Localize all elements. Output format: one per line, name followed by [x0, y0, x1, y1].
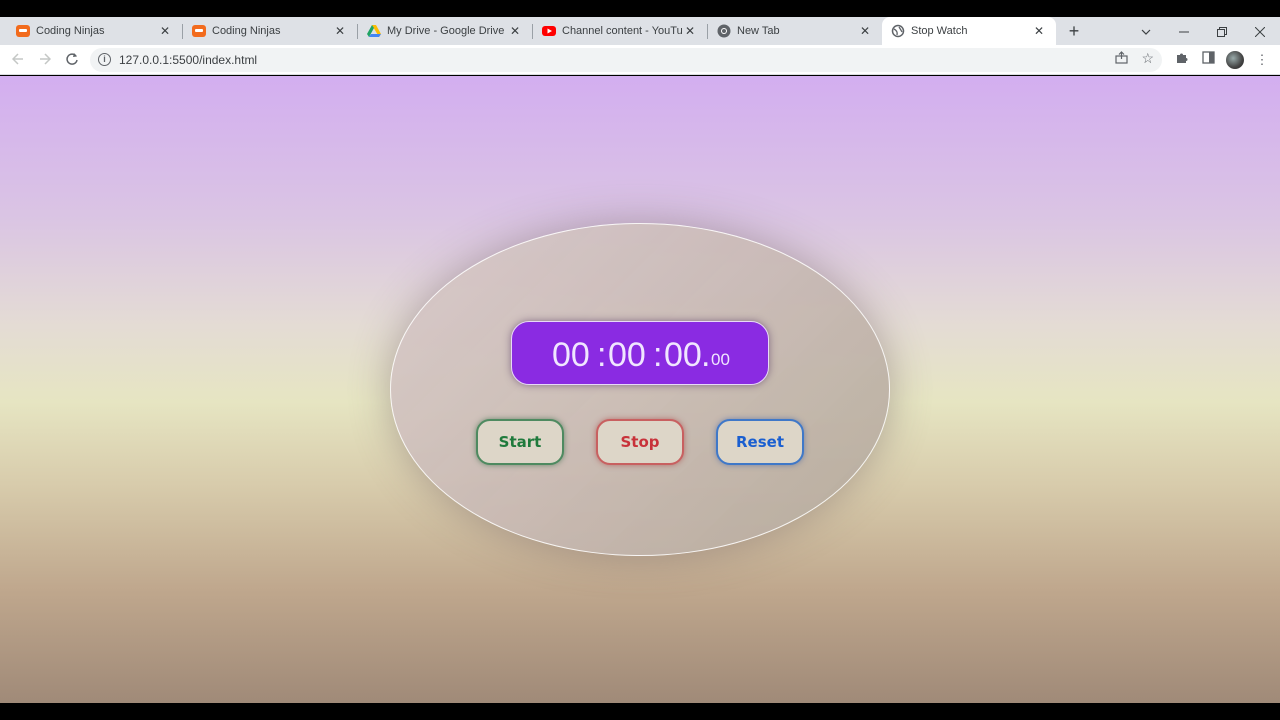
tab-title: Channel content - YouTube: [562, 25, 683, 37]
minimize-icon[interactable]: [1166, 17, 1202, 45]
side-panel-icon[interactable]: [1198, 50, 1218, 70]
tab-stop-watch[interactable]: Stop Watch ✕: [882, 17, 1056, 45]
coding-ninjas-icon: [16, 24, 30, 38]
start-button[interactable]: Start: [476, 419, 564, 465]
restore-icon[interactable]: [1204, 17, 1240, 45]
minutes-value: 00: [608, 336, 646, 374]
profile-avatar[interactable]: [1226, 51, 1244, 69]
close-window-icon[interactable]: [1242, 17, 1278, 45]
top-border: [0, 0, 1280, 17]
time-display: 00 : 00 : 00 . 00: [511, 321, 769, 385]
tab-coding-ninjas-2[interactable]: Coding Ninjas ✕: [183, 17, 357, 45]
tab-new-tab[interactable]: New Tab ✕: [708, 17, 882, 45]
bottom-border: [0, 703, 1280, 720]
forward-arrow-icon[interactable]: [35, 50, 55, 70]
separator: :: [597, 336, 607, 374]
tab-google-drive[interactable]: My Drive - Google Drive ✕: [358, 17, 532, 45]
back-arrow-icon[interactable]: [8, 50, 28, 70]
tab-title: New Tab: [737, 25, 780, 37]
coding-ninjas-icon: [192, 24, 206, 38]
page-content: 00 : 00 : 00 . 00 Start Stop Reset: [0, 76, 1280, 703]
globe-icon: [891, 24, 905, 38]
chrome-icon: [717, 24, 731, 38]
new-tab-button[interactable]: +: [1064, 20, 1084, 42]
reload-icon[interactable]: [62, 50, 82, 70]
browser-toolbar: i 127.0.0.1:5500/index.html ☆ ⋮: [0, 45, 1280, 75]
address-bar[interactable]: i 127.0.0.1:5500/index.html ☆: [90, 48, 1162, 72]
site-info-icon[interactable]: i: [98, 53, 111, 66]
tab-strip: Coding Ninjas ✕ Coding Ninjas ✕ My Drive…: [0, 17, 1280, 45]
close-tab-icon[interactable]: ✕: [158, 24, 172, 38]
seconds-value: 00: [664, 336, 702, 374]
url-text: 127.0.0.1:5500/index.html: [119, 53, 258, 67]
tab-title: My Drive - Google Drive: [387, 25, 505, 37]
google-drive-icon: [367, 24, 381, 38]
tab-title: Coding Ninjas: [36, 25, 105, 37]
stopwatch-container: [390, 223, 890, 556]
close-tab-icon[interactable]: ✕: [508, 24, 522, 38]
milliseconds-value: 00: [711, 350, 730, 369]
decimal-dot: .: [701, 336, 711, 374]
tab-title: Stop Watch: [911, 25, 968, 37]
more-menu-icon[interactable]: ⋮: [1252, 50, 1272, 70]
close-tab-icon[interactable]: ✕: [333, 24, 347, 38]
bookmark-star-icon[interactable]: ☆: [1141, 50, 1154, 67]
tab-search-chevron-icon[interactable]: [1128, 17, 1164, 45]
stop-button[interactable]: Stop: [596, 419, 684, 465]
share-icon[interactable]: [1115, 51, 1128, 67]
tab-youtube[interactable]: Channel content - YouTube ✕: [533, 17, 707, 45]
hours-value: 00: [552, 336, 590, 374]
tab-coding-ninjas-1[interactable]: Coding Ninjas ✕: [0, 17, 182, 45]
separator: :: [653, 336, 663, 374]
tab-title: Coding Ninjas: [212, 25, 281, 37]
close-tab-icon[interactable]: ✕: [683, 24, 697, 38]
reset-button[interactable]: Reset: [716, 419, 804, 465]
extensions-puzzle-icon[interactable]: [1171, 50, 1191, 70]
close-tab-icon[interactable]: ✕: [1032, 24, 1046, 38]
close-tab-icon[interactable]: ✕: [858, 24, 872, 38]
youtube-icon: [542, 24, 556, 38]
